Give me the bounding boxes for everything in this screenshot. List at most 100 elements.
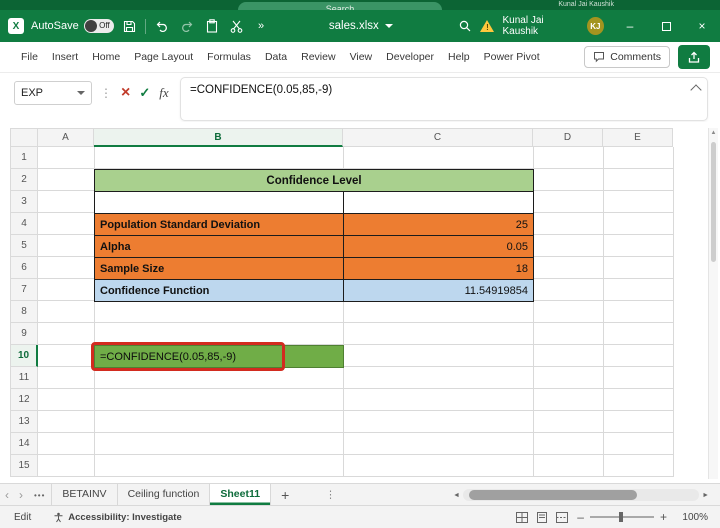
table-empty-cell-b3[interactable] bbox=[94, 191, 344, 214]
autosave-switch[interactable]: Off bbox=[84, 19, 114, 33]
row-header-2[interactable]: 2 bbox=[10, 169, 38, 191]
save-button[interactable] bbox=[121, 16, 139, 36]
scroll-up-icon[interactable]: ▲ bbox=[709, 130, 718, 136]
comments-button[interactable]: Comments bbox=[584, 46, 670, 68]
row-header-13[interactable]: 13 bbox=[10, 411, 38, 433]
table-label-cell[interactable]: Sample Size bbox=[94, 257, 344, 280]
search-button[interactable] bbox=[456, 16, 474, 36]
row-header-10[interactable]: 10 bbox=[10, 345, 38, 367]
row-header-12[interactable]: 12 bbox=[10, 389, 38, 411]
clipboard-button[interactable] bbox=[203, 16, 221, 36]
more-commands-chevron-icon[interactable] bbox=[252, 16, 270, 36]
scroll-left-icon[interactable]: ◄ bbox=[450, 492, 463, 499]
zoom-slider-thumb[interactable] bbox=[619, 512, 623, 522]
accessibility-checker[interactable]: Accessibility: Investigate bbox=[53, 512, 182, 523]
accessibility-icon bbox=[53, 512, 64, 523]
table-value-cell[interactable]: 25 bbox=[343, 213, 534, 236]
cancel-button[interactable] bbox=[121, 84, 130, 102]
sheet-tab-betainv[interactable]: BETAINV bbox=[51, 484, 117, 505]
row-header-3[interactable]: 3 bbox=[10, 191, 38, 213]
drag-handle-icon[interactable] bbox=[100, 84, 112, 102]
maximize-button[interactable] bbox=[648, 10, 684, 42]
row-header-1[interactable]: 1 bbox=[10, 147, 38, 169]
table-value-cell[interactable]: 18 bbox=[343, 257, 534, 280]
table-label-cell[interactable]: Population Standard Deviation bbox=[94, 213, 344, 236]
page-break-view-icon[interactable] bbox=[556, 512, 568, 523]
prev-sheet-arrow-icon[interactable]: ‹ bbox=[0, 488, 14, 502]
row-header-8[interactable]: 8 bbox=[10, 301, 38, 323]
row-header-6[interactable]: 6 bbox=[10, 257, 38, 279]
insert-function-button[interactable]: fx bbox=[159, 85, 168, 101]
table-value-cell[interactable]: 0.05 bbox=[343, 235, 534, 258]
horizontal-scrollbar-thumb[interactable] bbox=[469, 490, 637, 500]
tab-data[interactable]: Data bbox=[258, 42, 294, 72]
cut-button[interactable] bbox=[228, 16, 246, 36]
close-button[interactable]: × bbox=[684, 10, 720, 42]
comments-label: Comments bbox=[610, 51, 661, 63]
table-title-cell[interactable]: Confidence Level bbox=[94, 169, 534, 192]
redo-button[interactable] bbox=[178, 16, 196, 36]
autosave-toggle[interactable]: AutoSave Off bbox=[31, 19, 114, 33]
clipboard-icon bbox=[206, 19, 218, 33]
row-header-4[interactable]: 4 bbox=[10, 213, 38, 235]
column-header-a[interactable]: A bbox=[38, 128, 94, 147]
table-label-cell[interactable]: Alpha bbox=[94, 235, 344, 258]
zoom-in-button[interactable]: + bbox=[660, 510, 667, 524]
vertical-scrollbar[interactable]: ▲ bbox=[708, 128, 718, 479]
scissors-icon bbox=[230, 20, 243, 33]
select-all-corner[interactable] bbox=[10, 128, 38, 147]
tab-insert[interactable]: Insert bbox=[45, 42, 85, 72]
row-header-9[interactable]: 9 bbox=[10, 323, 38, 345]
tab-review[interactable]: Review bbox=[294, 42, 342, 72]
column-header-d[interactable]: D bbox=[533, 128, 603, 147]
formula-input[interactable]: =CONFIDENCE(0.05,85,-9) bbox=[180, 77, 708, 121]
tab-view[interactable]: View bbox=[343, 42, 380, 72]
all-sheets-icon[interactable] bbox=[28, 489, 51, 501]
table-empty-cell-c3[interactable] bbox=[343, 191, 534, 214]
row-header-5[interactable]: 5 bbox=[10, 235, 38, 257]
row-header-7[interactable]: 7 bbox=[10, 279, 38, 301]
zoom-control: – + bbox=[577, 510, 667, 524]
table-label-cell[interactable]: Confidence Function bbox=[94, 279, 344, 302]
tab-file[interactable]: File bbox=[14, 42, 45, 72]
vertical-scrollbar-thumb[interactable] bbox=[711, 142, 716, 262]
tab-help[interactable]: Help bbox=[441, 42, 477, 72]
row-header-11[interactable]: 11 bbox=[10, 367, 38, 389]
next-sheet-arrow-icon[interactable]: › bbox=[14, 488, 28, 502]
tab-home[interactable]: Home bbox=[85, 42, 127, 72]
normal-view-icon[interactable] bbox=[516, 512, 528, 523]
avatar[interactable]: KJ bbox=[587, 17, 604, 35]
horizontal-scrollbar[interactable]: ◄ ► bbox=[450, 488, 712, 502]
tab-developer[interactable]: Developer bbox=[379, 42, 441, 72]
warning-icon[interactable]: ! bbox=[480, 20, 494, 32]
zoom-out-button[interactable]: – bbox=[577, 510, 584, 524]
tab-page-layout[interactable]: Page Layout bbox=[127, 42, 200, 72]
search-bar[interactable]: Search bbox=[238, 2, 442, 10]
table-value-cell[interactable]: 11.54919854 bbox=[343, 279, 534, 302]
page-layout-view-icon[interactable] bbox=[536, 512, 548, 523]
zoom-slider[interactable] bbox=[590, 516, 654, 518]
horizontal-scrollbar-track[interactable] bbox=[463, 489, 699, 501]
sheet-tab-bar: ‹ › BETAINV Ceiling function Sheet11 + ◄… bbox=[0, 483, 720, 505]
sheet-tab-sheet11[interactable]: Sheet11 bbox=[210, 484, 271, 505]
filename-button[interactable]: sales.xlsx bbox=[329, 20, 393, 32]
scroll-right-icon[interactable]: ► bbox=[699, 492, 712, 499]
tab-power-pivot[interactable]: Power Pivot bbox=[477, 42, 547, 72]
zoom-level[interactable]: 100% bbox=[676, 512, 708, 523]
tab-formulas[interactable]: Formulas bbox=[200, 42, 258, 72]
column-header-c[interactable]: C bbox=[343, 128, 533, 147]
user-name[interactable]: Kunal Jai Kaushik bbox=[502, 15, 578, 37]
undo-button[interactable] bbox=[153, 16, 171, 36]
minimize-button[interactable]: – bbox=[612, 10, 648, 42]
enter-button[interactable] bbox=[139, 84, 150, 102]
tab-options-icon[interactable] bbox=[325, 489, 336, 501]
name-box[interactable]: EXP bbox=[14, 81, 92, 105]
new-sheet-button[interactable]: + bbox=[271, 487, 299, 503]
name-box-chevron-icon[interactable] bbox=[77, 91, 85, 95]
row-header-14[interactable]: 14 bbox=[10, 433, 38, 455]
sheet-tab-ceiling-function[interactable]: Ceiling function bbox=[118, 484, 211, 505]
column-header-b[interactable]: B bbox=[94, 128, 343, 147]
row-header-15[interactable]: 15 bbox=[10, 455, 38, 477]
share-button[interactable] bbox=[678, 45, 710, 69]
column-header-e[interactable]: E bbox=[603, 128, 673, 147]
